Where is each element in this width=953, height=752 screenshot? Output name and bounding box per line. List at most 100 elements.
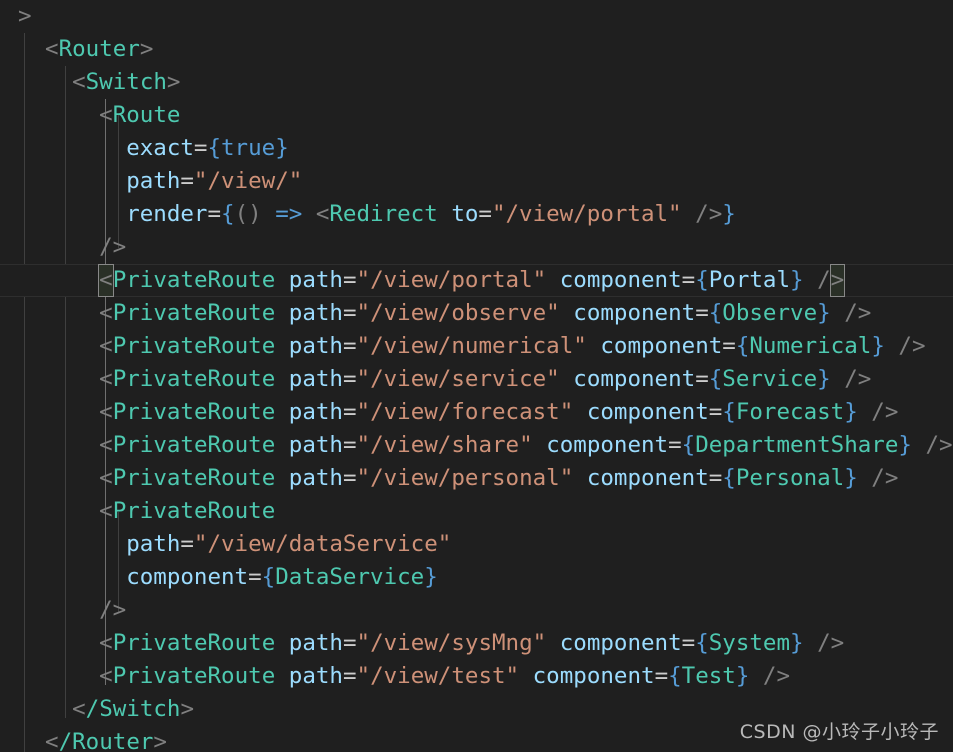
code-line[interactable]: <PrivateRoute path="/view/forecast" comp… xyxy=(0,396,953,429)
code-token: "/view/share" xyxy=(356,432,533,458)
code-token: = xyxy=(708,465,723,491)
code-line[interactable]: <PrivateRoute path="/view/observe" compo… xyxy=(0,297,953,330)
code-line-text: <Switch> xyxy=(0,66,180,99)
code-token: () xyxy=(234,201,262,227)
code-token: = xyxy=(478,201,492,227)
code-line[interactable]: exact={true} xyxy=(0,132,953,165)
code-line[interactable]: <PrivateRoute path="/view/test" componen… xyxy=(0,660,953,693)
code-line[interactable]: <Router> xyxy=(0,33,953,66)
code-token: Switch xyxy=(85,69,167,95)
code-token: PrivateRoute xyxy=(112,333,276,359)
code-token: = xyxy=(193,135,208,161)
code-token: { xyxy=(722,399,736,425)
code-token: { xyxy=(708,366,723,392)
code-token: DataService xyxy=(275,564,425,590)
code-token: = xyxy=(695,300,709,326)
code-line-text: path="/view/dataService" xyxy=(0,528,451,561)
code-token: } xyxy=(844,399,858,425)
code-token: < xyxy=(72,69,86,95)
code-token: /> xyxy=(830,366,872,392)
code-token: PrivateRoute xyxy=(112,267,276,293)
code-token: Test xyxy=(681,663,736,689)
code-line-text: > xyxy=(0,0,32,33)
code-token: } xyxy=(817,300,831,326)
code-token: = xyxy=(342,300,357,326)
code-line[interactable]: </Router> xyxy=(0,726,953,752)
code-line-text: </Switch> xyxy=(0,693,194,726)
code-line[interactable]: <PrivateRoute path="/view/numerical" com… xyxy=(0,330,953,363)
code-token: = xyxy=(654,663,669,689)
code-token: = xyxy=(342,630,357,656)
code-line[interactable]: <PrivateRoute xyxy=(0,495,953,528)
code-token: path xyxy=(288,300,343,326)
code-token: < xyxy=(99,432,113,458)
code-token: PrivateRoute xyxy=(112,465,276,491)
code-token: PrivateRoute xyxy=(112,432,276,458)
code-token: { xyxy=(221,201,235,227)
code-editor[interactable]: > <Router> <Switch> <Route exact={true} path=… xyxy=(0,0,953,752)
code-line[interactable]: render={() => <Redirect to="/view/portal… xyxy=(0,198,953,231)
code-token: Switch xyxy=(99,696,181,722)
code-line[interactable]: component={DataService} xyxy=(0,561,953,594)
code-line-text: <Router> xyxy=(0,33,153,66)
code-line[interactable]: > xyxy=(0,0,953,33)
code-token: /> xyxy=(911,432,953,458)
code-token: Redirect xyxy=(329,201,438,227)
code-line[interactable]: <PrivateRoute path="/view/personal" comp… xyxy=(0,462,953,495)
code-token: } xyxy=(424,564,438,590)
code-line-text: /> xyxy=(0,231,126,264)
code-line[interactable]: <Switch> xyxy=(0,66,953,99)
code-token: > xyxy=(180,696,195,722)
code-line[interactable]: </Switch> xyxy=(0,693,953,726)
code-token: "/view/dataService" xyxy=(193,531,452,557)
code-token: /> xyxy=(857,465,899,491)
code-token: { xyxy=(695,630,709,656)
code-token: = xyxy=(681,630,696,656)
code-token: < xyxy=(99,399,113,425)
code-token: } xyxy=(275,135,289,161)
code-line-text: exact={true} xyxy=(0,132,289,165)
code-token: < xyxy=(99,498,113,524)
code-line[interactable]: /> xyxy=(0,231,953,264)
code-content[interactable]: > <Router> <Switch> <Route exact={true} path=… xyxy=(0,0,953,752)
code-line[interactable]: <Route xyxy=(0,99,953,132)
code-line[interactable]: /> xyxy=(0,594,953,627)
code-token: { xyxy=(668,663,682,689)
code-line[interactable]: <PrivateRoute path="/view/portal" compon… xyxy=(0,264,953,297)
code-token: = xyxy=(681,267,696,293)
code-line[interactable]: <PrivateRoute path="/view/share" compone… xyxy=(0,429,953,462)
code-token: component xyxy=(586,465,709,491)
code-token: { xyxy=(735,333,750,359)
code-line-text: render={() => <Redirect to="/view/portal… xyxy=(0,198,736,231)
code-token: { xyxy=(681,432,696,458)
code-line[interactable]: <PrivateRoute path="/view/sysMng" compon… xyxy=(0,627,953,660)
code-line[interactable]: path="/view/dataService" xyxy=(0,528,953,561)
code-token: Observe xyxy=(722,300,818,326)
code-line-text: <PrivateRoute path="/view/sysMng" compon… xyxy=(0,627,844,660)
code-token: path xyxy=(288,432,343,458)
code-token: path xyxy=(126,168,181,194)
code-token: component xyxy=(573,366,696,392)
code-token: } xyxy=(722,201,736,227)
code-token: path xyxy=(126,531,181,557)
code-token: = xyxy=(342,399,357,425)
code-token: "/view/" xyxy=(193,168,303,194)
code-token: = xyxy=(342,663,357,689)
code-token: Route xyxy=(112,102,181,128)
code-token: } xyxy=(844,465,858,491)
code-token: = xyxy=(695,366,709,392)
code-line[interactable]: path="/view/" xyxy=(0,165,953,198)
code-line[interactable]: <PrivateRoute path="/view/service" compo… xyxy=(0,363,953,396)
code-line-text: <Route xyxy=(0,99,180,132)
bracket-match-highlight: > xyxy=(829,264,846,297)
code-token: > xyxy=(18,3,32,29)
code-token: < xyxy=(99,465,113,491)
